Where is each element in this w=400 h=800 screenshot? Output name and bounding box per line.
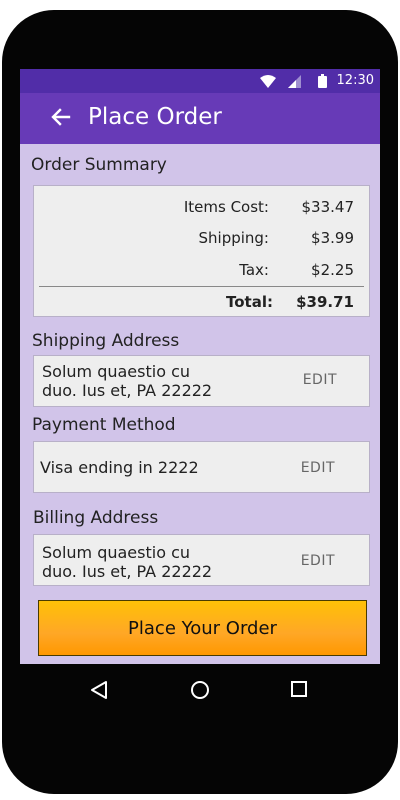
billing-address-heading: Billing Address: [33, 508, 159, 528]
summary-value: $2.25: [311, 261, 354, 279]
recents-square-icon[interactable]: [290, 680, 308, 698]
system-nav-bar: [20, 664, 380, 716]
billing-address-card: Solum quaestio cu duo. Ius et, PA 22222 …: [33, 534, 370, 586]
summary-label: Tax:: [239, 261, 269, 279]
wifi-icon: [260, 75, 276, 88]
place-order-button[interactable]: Place Your Order: [38, 600, 367, 656]
summary-row-shipping: Shipping: $3.99: [34, 229, 369, 249]
edit-billing-button[interactable]: EDIT: [301, 553, 335, 569]
shipping-address-card: Solum quaestio cu duo. Ius et, PA 22222 …: [33, 355, 370, 407]
status-bar: 12:30: [20, 69, 380, 93]
signal-icon: [288, 75, 301, 88]
payment-method-card: Visa ending in 2222 EDIT: [33, 441, 370, 493]
order-summary-card: Items Cost: $33.47 Shipping: $3.99 Tax: …: [33, 185, 370, 317]
home-circle-icon[interactable]: [190, 680, 210, 700]
summary-row-tax: Tax: $2.25: [34, 261, 369, 281]
shipping-address-line1: Solum quaestio cu: [42, 362, 191, 381]
shipping-address-heading: Shipping Address: [32, 331, 180, 351]
back-triangle-icon[interactable]: [90, 680, 108, 700]
app-screen: 12:30 Place Order Order Summary Items Co…: [20, 69, 380, 664]
summary-value: $33.47: [301, 198, 355, 216]
total-label: Total:: [226, 293, 273, 311]
summary-divider: [39, 286, 364, 287]
billing-address-line1: Solum quaestio cu: [42, 543, 191, 562]
billing-address-line2: duo. Ius et, PA 22222: [42, 562, 213, 581]
edit-shipping-button[interactable]: EDIT: [303, 372, 337, 388]
battery-icon: [318, 74, 327, 88]
summary-value: $3.99: [311, 229, 354, 247]
shipping-address-line2: duo. Ius et, PA 22222: [42, 381, 213, 400]
summary-label: Items Cost:: [183, 198, 269, 216]
total-value: $39.71: [296, 293, 354, 311]
payment-method-text: Visa ending in 2222: [40, 458, 199, 477]
app-bar: Place Order: [20, 93, 380, 144]
order-summary-heading: Order Summary: [31, 155, 167, 175]
page-title: Place Order: [88, 104, 222, 130]
summary-row-items: Items Cost: $33.47: [34, 198, 369, 218]
summary-label: Shipping:: [198, 229, 270, 247]
payment-method-heading: Payment Method: [32, 415, 176, 435]
status-clock: 12:30: [336, 73, 374, 88]
edit-payment-button[interactable]: EDIT: [301, 460, 335, 476]
summary-row-total: Total: $39.71: [34, 293, 369, 313]
arrow-left-icon[interactable]: [50, 106, 72, 128]
